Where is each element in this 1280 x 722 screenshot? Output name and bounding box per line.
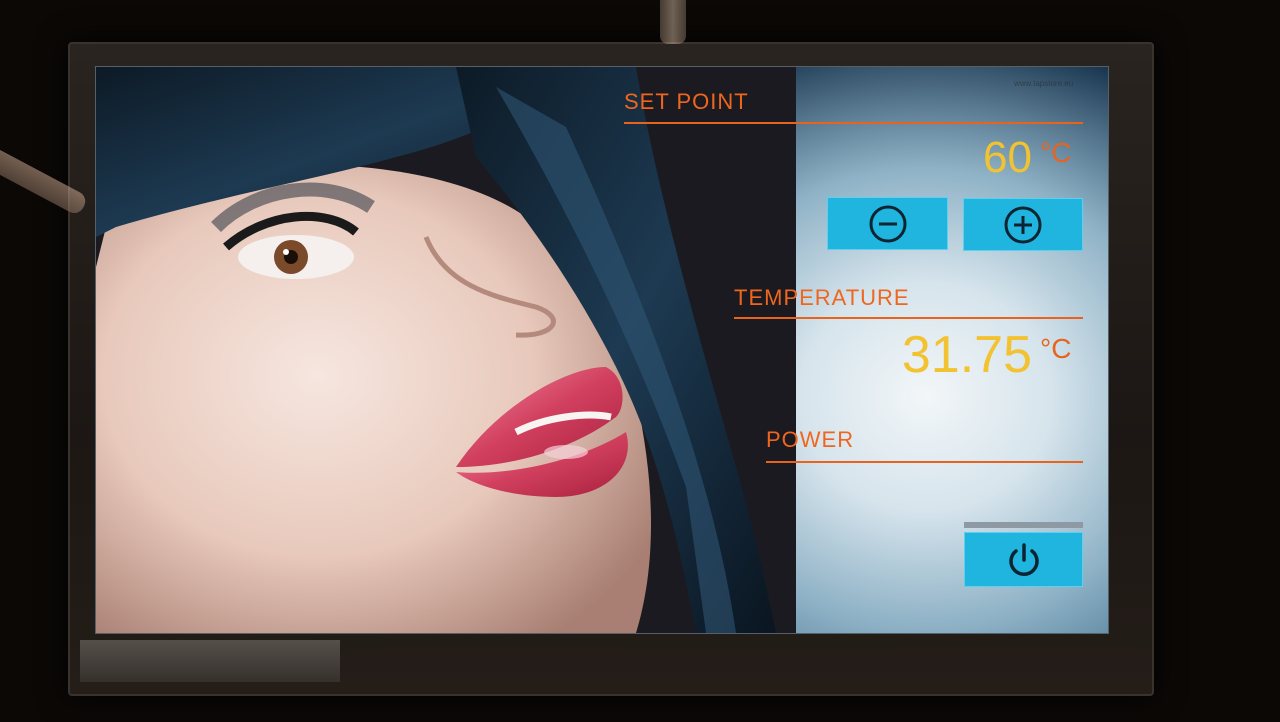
temperature-divider	[734, 317, 1083, 319]
cable	[660, 0, 686, 44]
increase-setpoint-button[interactable]	[963, 198, 1083, 251]
power-icon	[1008, 542, 1039, 576]
temperature-unit: °C	[1040, 333, 1072, 364]
setpoint-value: 60	[983, 133, 1032, 182]
setpoint-label: SET POINT	[624, 89, 749, 114]
setpoint-divider	[624, 122, 1083, 124]
plus-circle-icon	[1004, 206, 1042, 243]
power-label: POWER	[766, 427, 855, 452]
setpoint-unit: °C	[1040, 137, 1072, 168]
minus-circle-icon	[869, 205, 906, 242]
power-divider	[766, 461, 1083, 463]
touch-screen: www.tapstore.eu SET POINT 60 °C TEMPERAT…	[95, 66, 1109, 634]
background-portrait-image	[96, 67, 796, 633]
watermark: www.tapstore.eu	[1014, 79, 1074, 88]
connector-strip	[80, 640, 340, 682]
power-status-indicator	[964, 522, 1083, 528]
temperature-label: TEMPERATURE	[734, 285, 910, 310]
decrease-setpoint-button[interactable]	[827, 197, 948, 250]
temperature-value: 31.75	[901, 326, 1032, 384]
power-toggle-button[interactable]	[964, 532, 1083, 587]
